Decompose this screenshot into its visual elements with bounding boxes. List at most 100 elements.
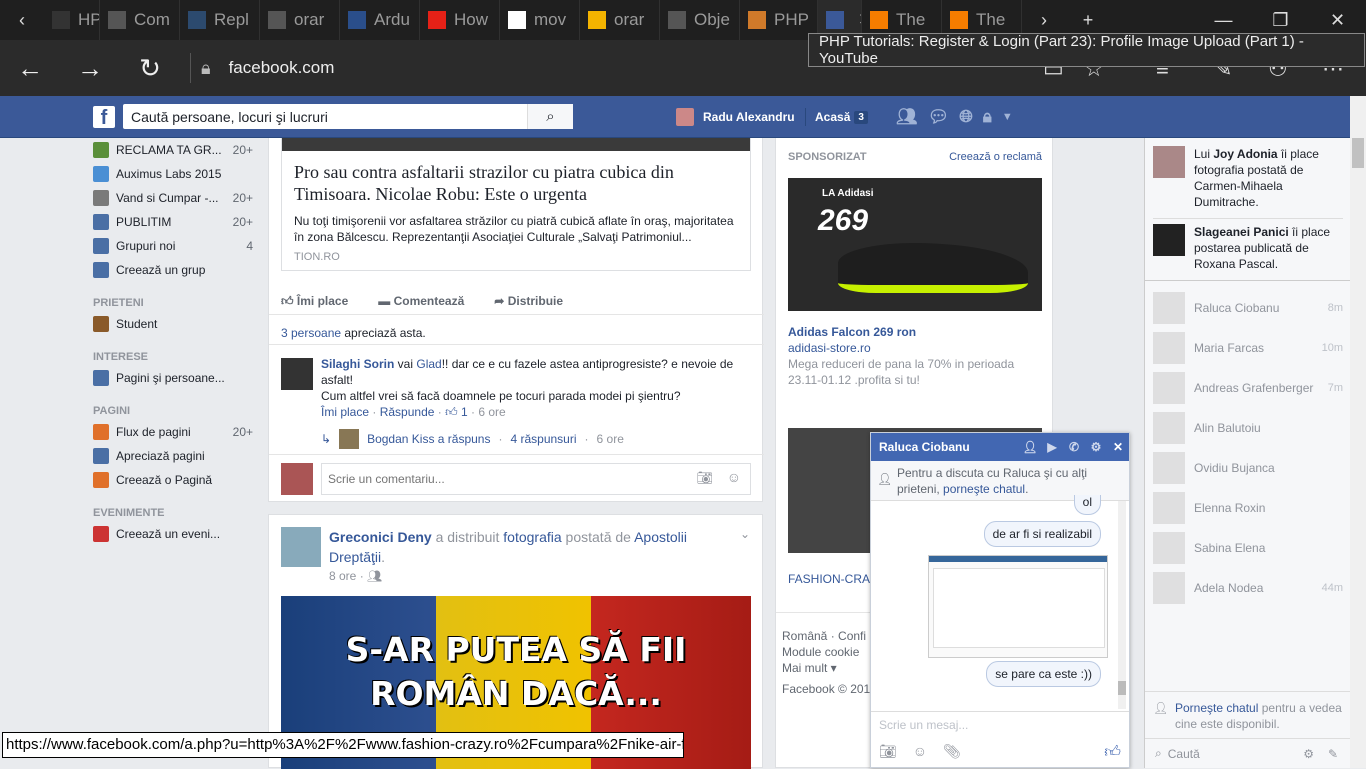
camera-icon[interactable]: 📷︎ — [879, 743, 897, 762]
browser-tab[interactable]: PHP — [740, 0, 818, 40]
sidebar-item[interactable]: Student — [93, 312, 253, 336]
reply-author[interactable]: Bogdan Kiss a răspuns — [367, 432, 490, 446]
search-icon[interactable]: ⌕ — [527, 104, 573, 129]
notifications-icon[interactable]: 🌐︎ — [959, 107, 973, 127]
post-options-chevron-down-icon[interactable]: ⌄ — [740, 527, 750, 541]
home-link[interactable]: Acasă 3 — [815, 96, 868, 138]
scrollbar-thumb[interactable] — [1352, 138, 1364, 168]
privacy-shortcuts-icon[interactable]: 🔒︎ — [983, 107, 992, 127]
reply-count[interactable]: 4 răspunsuri — [510, 432, 576, 446]
browser-tab[interactable]: Ardu — [340, 0, 420, 40]
facebook-logo-icon[interactable]: f — [93, 106, 115, 129]
gear-icon[interactable]: ⚙ — [1303, 747, 1314, 761]
chat-friend[interactable]: Maria Farcas 10m — [1153, 328, 1343, 368]
chat-window-header[interactable]: Raluca Ciobanu 👤︎ ▶ ✆ ⚙ ✕ — [871, 433, 1129, 461]
sidebar-item[interactable]: Creează o Pagină — [93, 468, 253, 492]
ad-site[interactable]: adidasi-store.ro — [788, 340, 1042, 356]
friend-requests-icon[interactable]: 👥︎ — [896, 107, 918, 127]
post-time[interactable]: 8 ore · 👥︎ — [329, 569, 382, 583]
chat-scrollbar[interactable] — [1118, 501, 1126, 709]
thumbs-up-icon[interactable]: 👍︎ — [1104, 743, 1121, 762]
start-chat-link[interactable]: Porneşte chatul — [1175, 701, 1258, 715]
ad-image[interactable]: LA Adidasi 269 — [788, 178, 1042, 311]
shared-article-card[interactable]: Pro sau contra asfaltarii strazilor cu p… — [281, 138, 751, 271]
comment-likes-count[interactable]: 👍︎ 1 — [445, 405, 468, 419]
sidebar-item[interactable]: Vand si Cumpar -... 20+ — [93, 186, 253, 210]
share-button[interactable]: ➦ Distribuie — [494, 294, 563, 308]
browser-tab[interactable]: Com — [100, 0, 180, 40]
messages-icon[interactable]: 💬︎ — [928, 107, 950, 127]
commenter-name[interactable]: Silaghi Sorin — [321, 357, 394, 371]
chat-message-input[interactable]: Scrie un mesaj... — [871, 711, 1129, 735]
video-call-icon[interactable]: ▶ — [1041, 440, 1063, 454]
comment-input[interactable] — [321, 463, 751, 495]
emoji-icon[interactable]: ☺ — [913, 743, 927, 762]
replies-row[interactable]: ↳ Bogdan Kiss a răspuns · 4 răspunsuri · 6… — [321, 429, 624, 449]
comment-button[interactable]: ▬ Comentează — [378, 294, 464, 308]
sidebar-item[interactable]: Creează un grup — [93, 258, 253, 282]
browser-tab[interactable]: mov — [500, 0, 580, 40]
refresh-button[interactable]: ↻ — [120, 40, 180, 96]
comment-composer: 📷︎ ☺ — [281, 463, 751, 495]
chat-friend[interactable]: Adela Nodea 44m — [1153, 568, 1343, 608]
footer-cookies[interactable]: Module cookie — [782, 644, 882, 660]
start-chat-link[interactable]: porneşte chatul — [943, 482, 1025, 496]
chat-friend[interactable]: Ovidiu Bujanca — [1153, 448, 1343, 488]
phone-icon[interactable]: ✆ — [1063, 440, 1085, 454]
sidebar-item[interactable]: Grupuri noi 4 — [93, 234, 253, 258]
like-button[interactable]: 👍︎ Îmi place — [281, 294, 348, 309]
photo-link[interactable]: fotografia — [503, 529, 561, 545]
back-button[interactable]: ← — [0, 40, 60, 96]
chat-friend[interactable]: Elenna Roxin — [1153, 488, 1343, 528]
footer-more[interactable]: Mai mult ▾ — [782, 660, 882, 676]
attachment-icon[interactable]: 📎︎ — [943, 743, 961, 762]
ad-title[interactable]: FASHION-CRA — [788, 572, 870, 586]
comment-mention[interactable]: Glad — [416, 357, 441, 371]
sidebar-item[interactable]: PUBLITIM 20+ — [93, 210, 253, 234]
commenter-avatar[interactable] — [281, 358, 313, 390]
emoji-icon[interactable]: ☺ — [727, 469, 741, 485]
chat-friend[interactable]: Raluca Ciobanu 8m — [1153, 288, 1343, 328]
tab-scroll-left-icon[interactable]: ‹ — [0, 0, 44, 40]
sidebar-item[interactable]: Creează un eveni... — [93, 522, 253, 546]
scrollbar-thumb[interactable] — [1118, 681, 1126, 695]
author-name[interactable]: Greconici Deny — [329, 529, 432, 545]
sidebar-item[interactable]: RECLAMA TA GR... 20+ — [93, 138, 253, 162]
comment-like-link[interactable]: Îmi place — [321, 405, 369, 419]
profile-link[interactable]: Radu Alexandru — [676, 96, 795, 138]
footer-languages[interactable]: Română · Confi — [782, 628, 882, 644]
add-people-icon[interactable]: 👤︎ — [1019, 440, 1041, 454]
browser-tab[interactable]: Repl — [180, 0, 260, 40]
page-scrollbar[interactable] — [1350, 96, 1366, 768]
article-title[interactable]: Pro sau contra asfaltarii strazilor cu p… — [282, 151, 750, 205]
browser-tab[interactable]: How — [420, 0, 500, 40]
sidebar-item[interactable]: Auximus Labs 2015 — [93, 162, 253, 186]
url-field[interactable]: facebook.com — [229, 58, 335, 78]
chat-contact-name[interactable]: Raluca Ciobanu — [879, 440, 1019, 454]
close-icon[interactable]: ✕ — [1107, 440, 1129, 454]
search-input[interactable] — [123, 108, 527, 125]
account-menu-chevron-down-icon[interactable]: ▼ — [1002, 111, 1013, 123]
ad-title[interactable]: Adidas Falcon 269 ron — [788, 324, 1042, 340]
create-ad-link[interactable]: Creează o reclamă — [949, 151, 1042, 163]
chat-friend[interactable]: Andreas Grafenberger 7m — [1153, 368, 1343, 408]
sidebar-item[interactable]: Apreciază pagini — [93, 444, 253, 468]
camera-icon[interactable]: 📷︎ — [696, 470, 713, 486]
chat-friend[interactable]: Sabina Elena — [1153, 528, 1343, 568]
likes-people-link[interactable]: 3 persoane — [281, 326, 341, 340]
gear-icon[interactable]: ⚙ — [1085, 440, 1107, 454]
compose-icon[interactable]: ✎ — [1328, 747, 1338, 761]
browser-tab[interactable]: orar — [580, 0, 660, 40]
chat-search[interactable]: ⌕ Caută ⚙ ✎ — [1145, 738, 1350, 768]
browser-tab[interactable]: orar — [260, 0, 340, 40]
sidebar-item[interactable]: Flux de pagini 20+ — [93, 420, 253, 444]
post-actions: 👍︎ Îmi place ▬ Comentează ➦ Distribuie — [281, 288, 751, 314]
author-avatar[interactable] — [281, 527, 321, 567]
browser-tab[interactable]: HP — [44, 0, 100, 40]
comment-reply-link[interactable]: Răspunde — [380, 405, 435, 419]
sidebar-item[interactable]: Pagini şi persoane... — [93, 366, 253, 390]
browser-tab[interactable]: Obje — [660, 0, 740, 40]
chat-friend[interactable]: Alin Balutoiu — [1153, 408, 1343, 448]
chat-image-message[interactable] — [928, 555, 1108, 658]
forward-button[interactable]: → — [60, 40, 120, 96]
